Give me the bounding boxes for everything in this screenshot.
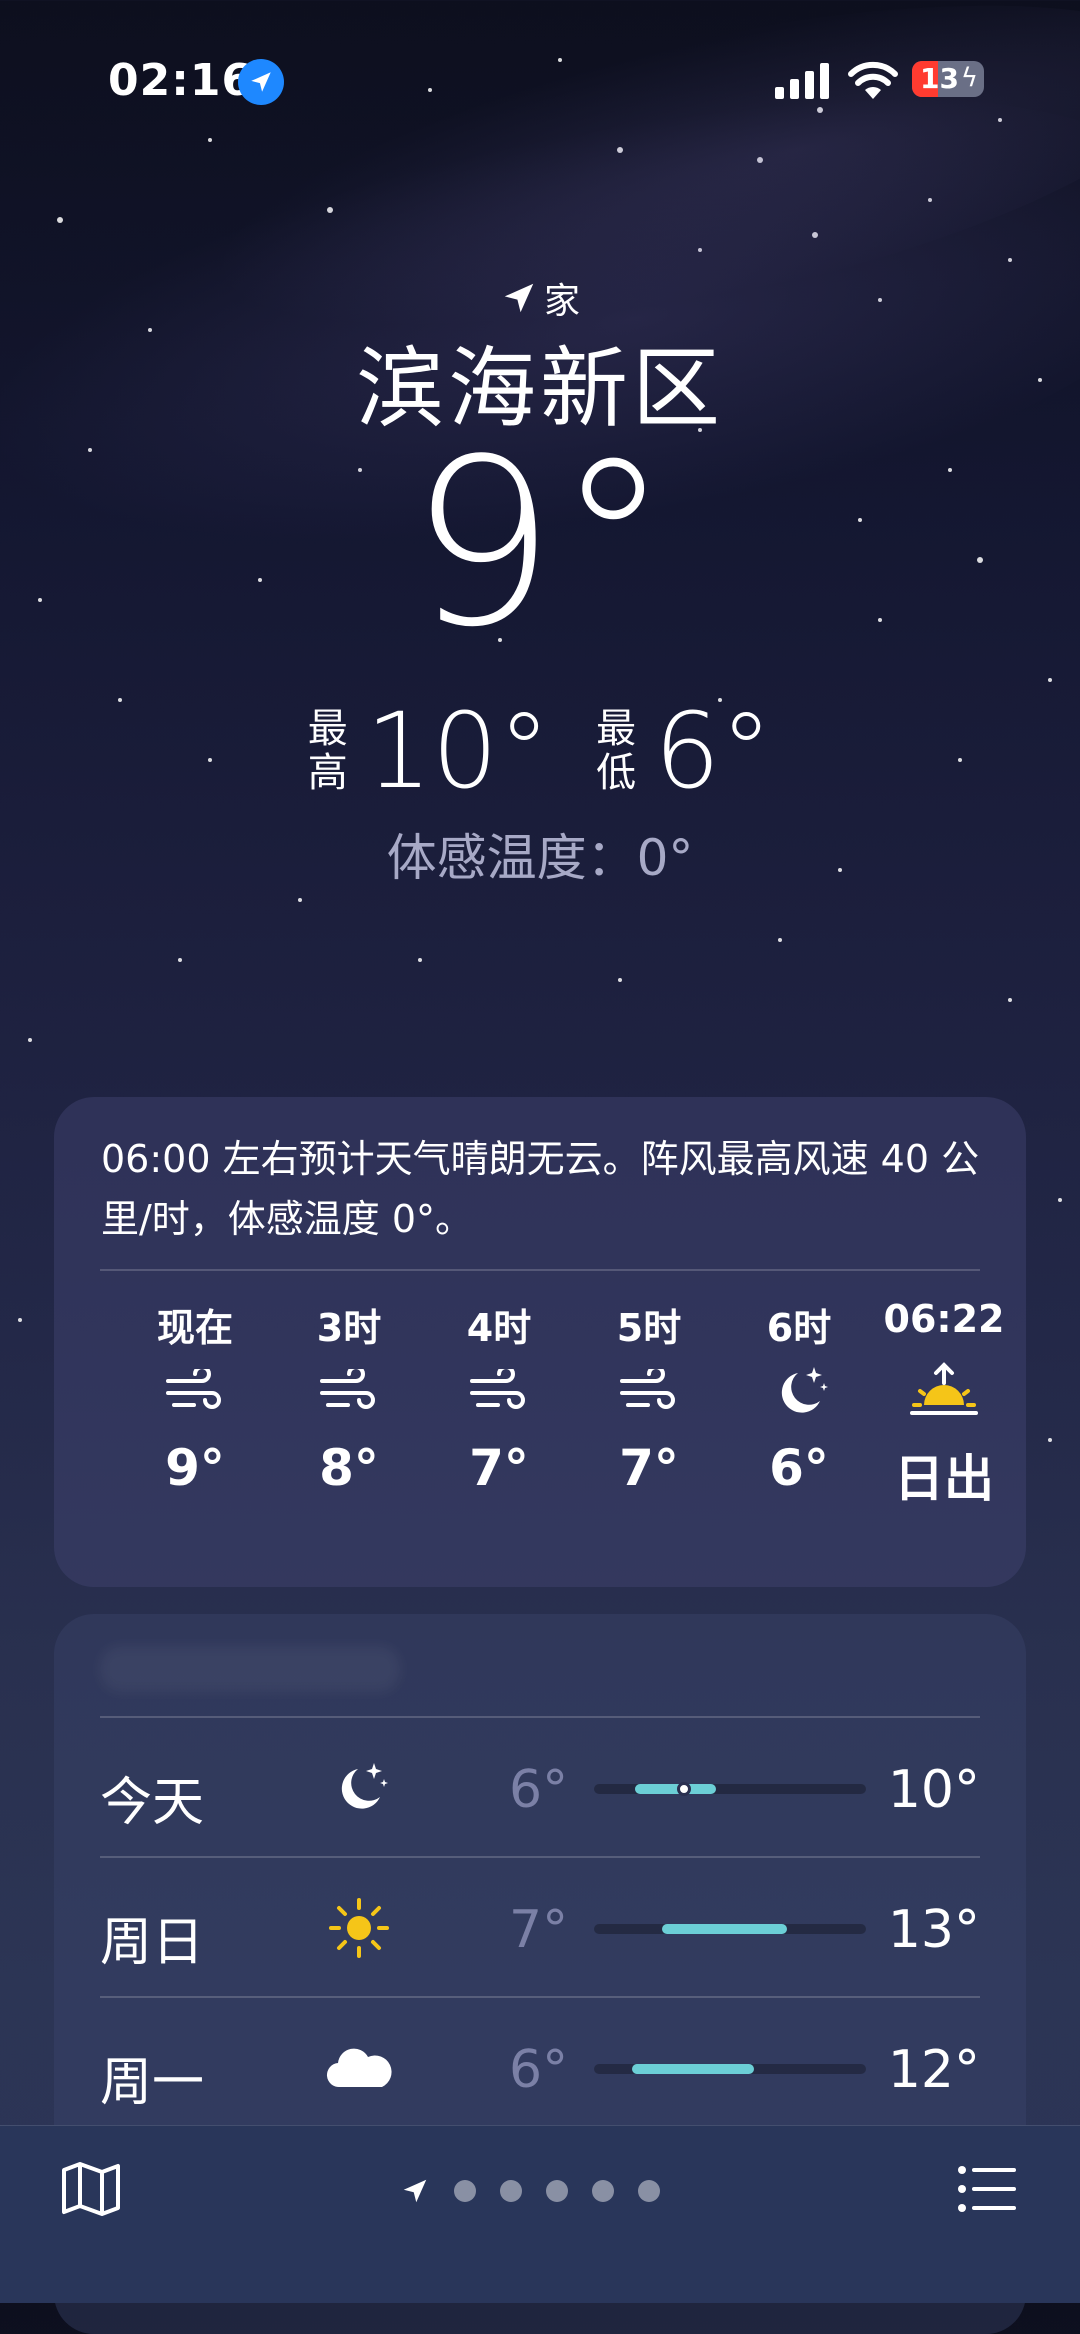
- day-name: 周日: [100, 1913, 205, 1973]
- wind-icon: [424, 1347, 574, 1437]
- day-row[interactable]: 今天 6° 10°: [54, 1718, 1026, 1856]
- hour-item: 5时 7°: [574, 1297, 724, 1497]
- page-dot[interactable]: [638, 2180, 660, 2202]
- sunrise-label: 日出: [894, 1450, 994, 1508]
- day-high: 12°: [887, 2040, 980, 2100]
- page-dot[interactable]: [500, 2180, 522, 2202]
- charging-bolt-icon: ϟ: [960, 63, 978, 93]
- hour-item: 4时 7°: [424, 1297, 574, 1497]
- hour-label: 3时: [316, 1306, 382, 1350]
- card-divider: [100, 1269, 980, 1271]
- card-header-blurred: [100, 1646, 400, 1692]
- high-temperature: 10°: [365, 690, 551, 812]
- wifi-icon: [848, 61, 898, 99]
- hour-item: 现在 9°: [120, 1297, 270, 1497]
- high-label-char-2: 高: [307, 750, 348, 796]
- moon-stars-icon: [724, 1347, 874, 1437]
- sunrise-time: 06:22: [883, 1297, 1005, 1341]
- hourly-list[interactable]: 现在 9° 3时 8° 4时 7° 5时 7° 6时 6° 06:22 日出: [54, 1297, 1026, 1557]
- current-temperature: 9°: [409, 411, 671, 678]
- high-label: 最 高: [308, 707, 348, 795]
- hour-temperature: 7°: [469, 1439, 529, 1497]
- hour-label: 现在: [156, 1306, 233, 1350]
- status-time: 02:16: [108, 55, 254, 106]
- current-temperature-dot: [676, 1782, 691, 1796]
- page-dot[interactable]: [546, 2180, 568, 2202]
- location-tag: 家: [0, 272, 1080, 324]
- hour-label: 4时: [466, 1306, 532, 1350]
- hour-item-sunrise: 06:22 日出: [864, 1297, 1024, 1511]
- low-label-char-2: 低: [596, 750, 637, 796]
- hour-item: 3时 8°: [274, 1297, 424, 1497]
- battery-indicator: 13 ϟ: [912, 61, 984, 97]
- cloud-icon: [319, 2028, 399, 2108]
- sunrise-icon: [864, 1347, 1024, 1437]
- map-icon: [62, 2162, 120, 2216]
- list-icon: [958, 2166, 1016, 2212]
- battery-percent: 13: [920, 62, 959, 95]
- low-label-char-1: 最: [596, 706, 637, 752]
- page-indicator[interactable]: [400, 2166, 690, 2216]
- page-dot[interactable]: [454, 2180, 476, 2202]
- wind-icon: [120, 1347, 270, 1437]
- hour-temperature: 7°: [619, 1439, 679, 1497]
- hour-item: 6时 6°: [724, 1297, 874, 1497]
- wind-icon: [274, 1347, 424, 1437]
- city-list-button[interactable]: [954, 2156, 1024, 2226]
- hour-label: 5时: [616, 1306, 682, 1350]
- wind-icon: [574, 1347, 724, 1437]
- page-dot[interactable]: [592, 2180, 614, 2202]
- day-name: 周一: [100, 2053, 205, 2113]
- location-arrow-icon: [403, 2179, 427, 2203]
- low-temperature: 6°: [654, 690, 773, 812]
- location-services-icon: [238, 59, 284, 105]
- high-label-char-1: 最: [307, 706, 348, 752]
- day-high: 10°: [887, 1760, 980, 1820]
- day-high: 13°: [887, 1900, 980, 1960]
- hourly-forecast-card[interactable]: 06:00 左右预计天气晴朗无云。阵风最高风速 40 公里/时，体感温度 0°。…: [54, 1097, 1026, 1587]
- cellular-signal-icon: [775, 63, 829, 99]
- day-row[interactable]: 周日 7° 13°: [54, 1858, 1026, 1996]
- temperature-range-fill: [662, 1924, 788, 1934]
- temperature-range-fill: [634, 1784, 717, 1794]
- feels-like-temperature: 体感温度：0°: [386, 829, 694, 887]
- status-bar: 02:16 13 ϟ: [0, 55, 1080, 115]
- day-row[interactable]: 周一 6° 12°: [54, 1998, 1026, 2136]
- hour-label: 6时: [766, 1306, 832, 1350]
- sun-icon: [319, 1888, 399, 1968]
- location-tag-label: 家: [543, 281, 580, 322]
- temperature-range-bar: [594, 2064, 866, 2074]
- bottom-toolbar: [0, 2125, 1080, 2303]
- low-label: 最 低: [596, 707, 636, 795]
- temperature-range-fill: [632, 2064, 755, 2074]
- temperature-range-bar: [594, 1782, 866, 1796]
- map-button[interactable]: [58, 2156, 128, 2226]
- hour-temperature: 9°: [165, 1439, 225, 1497]
- hour-temperature: 6°: [769, 1439, 829, 1497]
- moon-stars-icon: [319, 1748, 399, 1828]
- high-low-temperatures: 最 高 10° 最 低 6°: [0, 690, 1080, 812]
- location-arrow-icon: [504, 283, 534, 313]
- temperature-range-bar: [594, 1924, 866, 1934]
- day-name: 今天: [100, 1773, 205, 1833]
- forecast-summary: 06:00 左右预计天气晴朗无云。阵风最高风速 40 公里/时，体感温度 0°。: [101, 1137, 980, 1241]
- hour-temperature: 8°: [319, 1439, 379, 1497]
